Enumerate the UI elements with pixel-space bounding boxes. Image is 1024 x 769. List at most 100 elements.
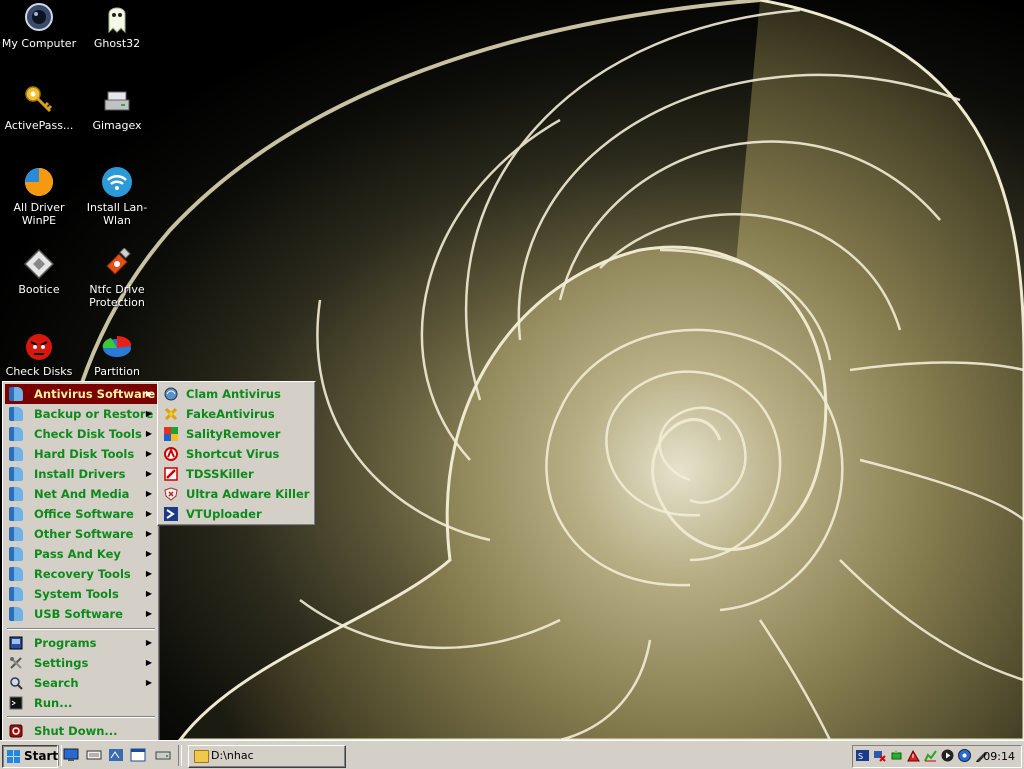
menu-item-office-software[interactable]: Office Software ▶ [5, 504, 157, 524]
tray-chart-icon[interactable] [924, 749, 937, 762]
menu-item-label: Office Software [34, 507, 134, 521]
menu-item-label: Pass And Key [34, 547, 121, 561]
ghost-icon [101, 2, 133, 34]
start-button-label: Start [24, 749, 59, 763]
menu-item-label: Search [34, 676, 79, 690]
menu-item-label: Run... [34, 696, 73, 710]
menu-item-settings[interactable]: Settings ▶ [5, 653, 157, 673]
menu-item-pass-and-key[interactable]: Pass And Key ▶ [5, 544, 157, 564]
quicklaunch-tool-icon[interactable] [108, 748, 124, 762]
submenu-item-fakeantivirus[interactable]: FakeAntivirus [160, 404, 312, 424]
menu-item-label: Shut Down... [34, 724, 118, 738]
folder-icon [9, 427, 23, 441]
desktop-icon-label: Partition [94, 365, 140, 378]
desktop-icon-label: Ntfc Drive Protection [89, 283, 145, 309]
menu-item-antivirus-software[interactable]: Antivirus Software ▶ [5, 384, 157, 404]
desktop-icon-all-driver-winpe[interactable]: All Driver WinPE [0, 166, 78, 227]
submenu-arrow-icon: ▶ [145, 509, 152, 518]
desktop-icon-ntfc-drive-protection[interactable]: Ntfc Drive Protection [78, 247, 156, 309]
desktop-icon-label: Install Lan-Wlan [86, 201, 148, 227]
menu-item-usb-software[interactable]: USB Software ▶ [5, 604, 157, 624]
antivirus-submenu: Clam Antivirus FakeAntivirus SalityRemov… [157, 381, 316, 526]
adware-killer-icon [164, 487, 178, 501]
menu-item-label: Net And Media [34, 487, 130, 501]
menu-item-other-software[interactable]: Other Software ▶ [5, 524, 157, 544]
quicklaunch-desktop-icon[interactable] [63, 748, 79, 762]
folder-icon [9, 547, 23, 561]
taskbar-window-button[interactable]: D:\nhac [188, 745, 346, 768]
menu-item-label: Antivirus Software [34, 387, 156, 401]
menu-item-backup-or-restore[interactable]: Backup or Restore ▶ [5, 404, 157, 424]
folder-icon [9, 507, 23, 521]
system-tray: S 09:14 [852, 745, 1022, 768]
sality-remover-icon [164, 427, 178, 441]
shortcut-virus-icon [164, 447, 178, 461]
desktop-icon-my-computer[interactable]: My Computer [0, 2, 78, 50]
quicklaunch-keyboard-icon[interactable] [86, 748, 102, 762]
fake-antivirus-icon [164, 407, 178, 421]
menu-item-net-and-media[interactable]: Net And Media ▶ [5, 484, 157, 504]
menu-item-search[interactable]: Search ▶ [5, 673, 157, 693]
svg-text:S: S [858, 752, 863, 761]
menu-item-system-tools[interactable]: System Tools ▶ [5, 584, 157, 604]
desktop-icon-ghost32[interactable]: Ghost32 [78, 2, 156, 50]
menu-item-label: Check Disk Tools [34, 427, 142, 441]
menu-item-programs[interactable]: Programs ▶ [5, 633, 157, 653]
red-face-icon [23, 330, 55, 362]
clock[interactable]: 09:14 [983, 750, 1015, 763]
folder-icon [9, 407, 23, 421]
submenu-item-label: TDSSKiller [186, 467, 254, 481]
taskbar: Start D:\nhac S 09:14 [0, 740, 1024, 769]
desktop-icon-partition[interactable]: Partition [78, 330, 156, 378]
folder-icon [9, 587, 23, 601]
quicklaunch-drive-icon[interactable] [155, 748, 171, 762]
submenu-item-ultra-adware-killer[interactable]: Ultra Adware Killer [160, 484, 312, 504]
bootice-icon [23, 248, 55, 280]
media-play-icon[interactable] [941, 749, 954, 762]
settings-icon [9, 656, 23, 670]
menu-item-install-drivers[interactable]: Install Drivers ▶ [5, 464, 157, 484]
submenu-item-clam-antivirus[interactable]: Clam Antivirus [160, 384, 312, 404]
submenu-item-label: FakeAntivirus [186, 407, 275, 421]
menu-item-run[interactable]: Run... [5, 693, 157, 713]
start-button[interactable]: Start [2, 745, 58, 768]
my-computer-icon [23, 2, 55, 34]
submenu-item-label: SalityRemover [186, 427, 281, 441]
desktop-icon-activepass[interactable]: ActivePass... [0, 84, 78, 132]
menu-item-label: Programs [34, 636, 97, 650]
safely-remove-icon[interactable] [890, 749, 903, 762]
submenu-item-label: VTUploader [186, 507, 262, 521]
menu-item-hard-disk-tools[interactable]: Hard Disk Tools ▶ [5, 444, 157, 464]
submenu-item-tdsskiller[interactable]: TDSSKiller [160, 464, 312, 484]
submenu-item-label: Ultra Adware Killer [186, 487, 310, 501]
menu-item-check-disk-tools[interactable]: Check Disk Tools ▶ [5, 424, 157, 444]
disk-drive-icon [101, 84, 133, 116]
submenu-item-label: Shortcut Virus [186, 447, 280, 461]
menu-item-shut-down[interactable]: Shut Down... [5, 721, 157, 741]
menu-item-recovery-tools[interactable]: Recovery Tools ▶ [5, 564, 157, 584]
submenu-item-vtuploader[interactable]: VTUploader [160, 504, 312, 524]
submenu-item-salityremover[interactable]: SalityRemover [160, 424, 312, 444]
desktop-icon-bootice[interactable]: Bootice [0, 248, 78, 296]
start-menu: Antivirus Software ▶ Backup or Restore ▶ C… [2, 381, 160, 745]
pie-chart-icon [23, 166, 55, 198]
quicklaunch-window-icon[interactable] [130, 748, 146, 762]
network-disconnected-icon[interactable] [873, 749, 886, 762]
disc-icon[interactable] [958, 749, 971, 762]
submenu-arrow-icon: ▶ [145, 638, 152, 647]
menu-item-label: Hard Disk Tools [34, 447, 135, 461]
wifi-icon [101, 166, 133, 198]
desktop-icon-gimagex[interactable]: Gimagex [78, 84, 156, 132]
tdsskiller-icon [164, 467, 178, 481]
desktop-icon-check-disks[interactable]: Check Disks [0, 330, 78, 378]
folder-icon [194, 750, 209, 763]
submenu-arrow-icon: ▶ [145, 429, 152, 438]
vtuploader-icon [164, 507, 178, 521]
language-icon[interactable]: S [856, 749, 869, 762]
menu-item-label: System Tools [34, 587, 119, 601]
desktop-icon-install-lan-wlan[interactable]: Install Lan-Wlan [78, 166, 156, 227]
menu-item-label: Settings [34, 656, 89, 670]
desktop-icon-label: Check Disks [5, 365, 73, 378]
tray-app-icon[interactable] [907, 749, 920, 762]
submenu-item-shortcut-virus[interactable]: Shortcut Virus [160, 444, 312, 464]
